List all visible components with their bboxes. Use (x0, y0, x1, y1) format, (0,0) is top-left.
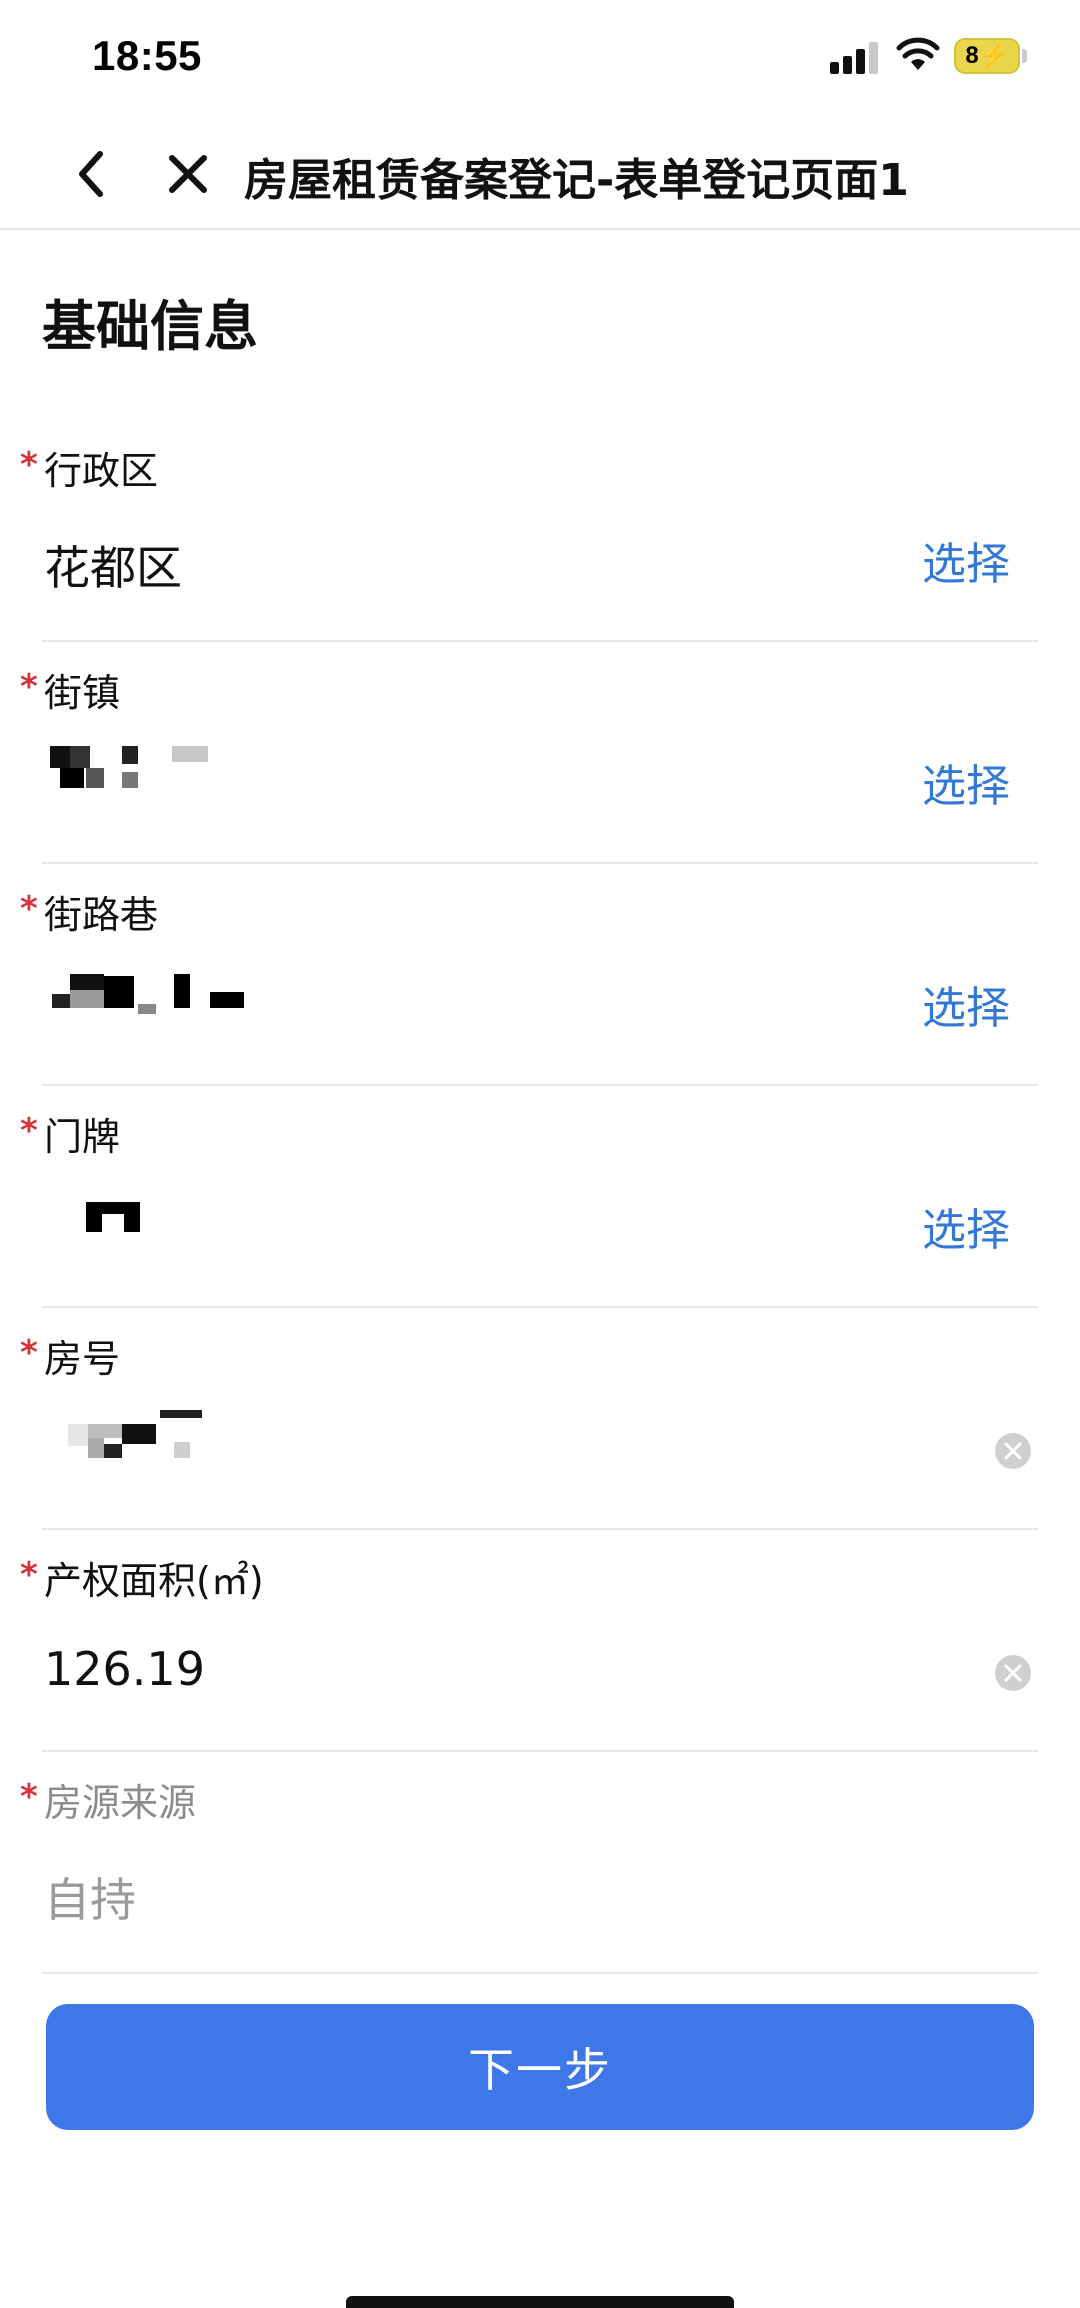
next-button-label: 下一步 (468, 2043, 612, 2097)
section-title: 基础信息 (42, 295, 258, 358)
field-value: 花都区 (44, 541, 182, 595)
field-value: 自持 (44, 1873, 136, 1927)
select-button[interactable]: 选择 (922, 750, 1010, 814)
field-label: 产权面积(㎡) (44, 1559, 264, 1603)
battery-cap (1022, 49, 1027, 63)
close-icon[interactable] (164, 150, 212, 198)
chevron-left-icon[interactable] (70, 146, 114, 202)
field-door-number[interactable]: * 门牌 选择 (0, 1086, 1080, 1308)
field-label: 房号 (44, 1337, 121, 1381)
cellular-signal-icon (830, 40, 880, 74)
field-label: 行政区 (44, 449, 159, 493)
field-label: 房源来源 (44, 1781, 197, 1825)
required-star: * (20, 889, 38, 929)
field-label: 街路巷 (44, 893, 159, 937)
field-street-town[interactable]: * 街镇 选择 (0, 642, 1080, 864)
select-button[interactable]: 选择 (922, 1194, 1010, 1258)
area-input[interactable]: 126.19 (44, 1642, 205, 1696)
status-bar: 18:55 8⚡ (0, 0, 1080, 118)
next-button[interactable]: 下一步 (46, 2004, 1034, 2130)
select-button[interactable]: 选择 (922, 972, 1010, 1036)
clear-icon[interactable] (994, 1432, 1032, 1470)
required-star: * (20, 667, 38, 707)
required-star: * (20, 1555, 38, 1595)
field-label: 街镇 (44, 671, 121, 715)
form-page: 18:55 8⚡ 房屋租赁备案登记-表单登记页面1 基础信息 * 行政区 花都区… (0, 0, 1080, 2308)
required-star: * (20, 1111, 38, 1151)
divider (42, 1972, 1038, 1974)
battery-level: 8 (965, 42, 979, 69)
required-star: * (20, 1333, 38, 1373)
battery-charging-icon: 8⚡ (954, 38, 1020, 74)
select-button[interactable]: 选择 (922, 528, 1010, 592)
status-time: 18:55 (92, 32, 202, 79)
home-indicator[interactable] (346, 2296, 734, 2308)
required-star: * (20, 445, 38, 485)
field-district[interactable]: * 行政区 花都区 选择 (0, 420, 1080, 642)
field-label: 门牌 (44, 1115, 121, 1159)
required-star: * (20, 1777, 38, 1817)
nav-bar: 房屋租赁备案登记-表单登记页面1 (0, 118, 1080, 230)
wifi-icon (896, 37, 940, 70)
page-title: 房屋租赁备案登记-表单登记页面1 (244, 155, 909, 206)
field-room-number[interactable]: * 房号 (0, 1308, 1080, 1530)
field-property-area[interactable]: * 产权面积(㎡) 126.19 (0, 1530, 1080, 1752)
field-street-lane[interactable]: * 街路巷 选择 (0, 864, 1080, 1086)
clear-icon[interactable] (994, 1654, 1032, 1692)
field-housing-source: * 房源来源 自持 (0, 1752, 1080, 1974)
